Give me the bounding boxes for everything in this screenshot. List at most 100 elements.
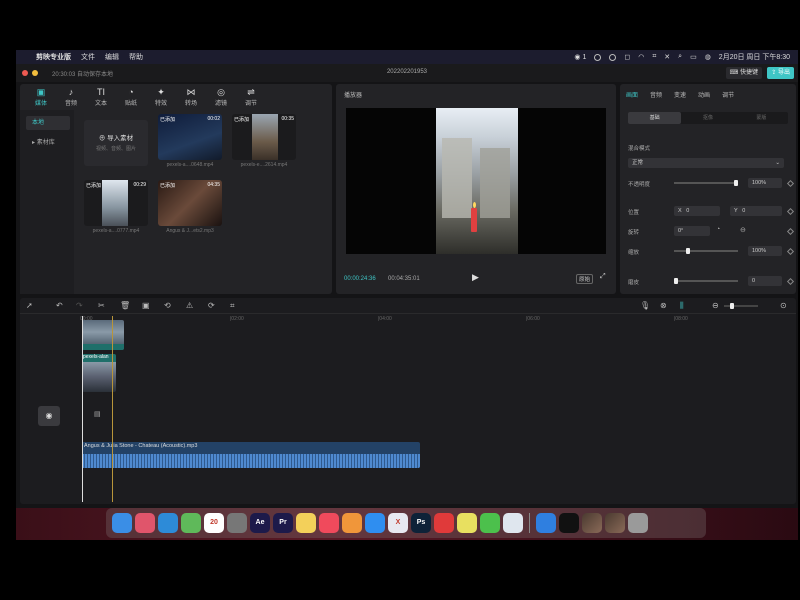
smoothing-slider[interactable]	[674, 278, 738, 284]
smoothing-input[interactable]: 0	[748, 276, 782, 286]
menu-edit[interactable]: 编辑	[105, 52, 119, 62]
search-icon[interactable]: ⌕	[678, 53, 682, 61]
reverse-icon[interactable]: ⟲	[164, 301, 171, 310]
media-tab-2[interactable]: TI 文本	[86, 84, 116, 108]
media-clip-3[interactable]: 已添加 04:35	[158, 180, 222, 226]
property-tab-1[interactable]: 音频	[644, 84, 668, 102]
export-button[interactable]: ⇪ 导出	[767, 67, 794, 79]
scale-input[interactable]: 100%	[748, 246, 782, 256]
settings-icon[interactable]	[227, 513, 247, 533]
status-icon-5[interactable]: ✕	[664, 53, 670, 61]
menubar-datetime[interactable]: 2月20日 周日 下午8:30	[719, 52, 790, 62]
capcut-icon[interactable]	[559, 513, 579, 533]
zoom-slider[interactable]	[724, 303, 758, 309]
media-clip-2[interactable]: 已添加 00:29	[84, 180, 148, 226]
media-tab-0[interactable]: ▣ 媒体	[26, 84, 56, 108]
flip-icon[interactable]: ⊖	[740, 226, 746, 234]
opacity-slider-knob[interactable]	[734, 180, 738, 186]
app-store-icon[interactable]	[365, 513, 385, 533]
zoom-out-icon[interactable]: ⊖	[712, 301, 719, 310]
control-center-icon[interactable]: ▭	[690, 53, 697, 61]
pages-icon[interactable]	[342, 513, 362, 533]
maps-icon[interactable]	[181, 513, 201, 533]
property-tab-3[interactable]: 动画	[692, 84, 716, 102]
video-clip-main[interactable]: pexels-alan	[82, 354, 116, 392]
wechat-icon[interactable]	[480, 513, 500, 533]
capcut-blue-icon[interactable]	[536, 513, 556, 533]
delete-icon[interactable]: 🗑	[120, 301, 130, 310]
zoom-slider-knob[interactable]	[730, 303, 734, 309]
trash-icon[interactable]	[628, 513, 648, 533]
media-tab-4[interactable]: ✦ 特效	[146, 84, 176, 108]
safari-icon[interactable]	[158, 513, 178, 533]
snap-icon[interactable]: ⫼	[680, 301, 684, 311]
scale-keyframe-icon[interactable]	[786, 247, 795, 256]
netease-icon[interactable]	[434, 513, 454, 533]
mirror-icon[interactable]: ⚠	[186, 301, 193, 310]
link-icon[interactable]: ⊗	[660, 301, 667, 310]
notes-icon[interactable]	[296, 513, 316, 533]
playhead[interactable]	[82, 316, 83, 502]
menu-app-name[interactable]: 剪映专业版	[36, 52, 71, 62]
rotate-input[interactable]: 0°	[674, 226, 710, 236]
media-tab-3[interactable]: ◔ 贴纸	[116, 84, 146, 108]
fullscreen-icon[interactable]: ⤢	[600, 273, 606, 281]
property-subtab-0[interactable]: 基础	[628, 112, 682, 124]
photoshop-icon[interactable]: Ps	[411, 513, 431, 533]
import-media-button[interactable]: ⊕ 导入素材 视频、音频、图片	[84, 120, 148, 166]
status-icon-3[interactable]: ◻	[624, 53, 630, 61]
position-x-input[interactable]: X 0	[674, 206, 720, 216]
status-icon-4[interactable]: ⌗	[652, 53, 656, 61]
smoothing-slider-knob[interactable]	[674, 278, 678, 284]
position-keyframe-icon[interactable]	[786, 207, 795, 216]
opacity-input[interactable]: 100%	[748, 178, 782, 188]
play-icon[interactable]: ▶	[472, 272, 479, 283]
ratio-button[interactable]: 原始	[576, 274, 594, 284]
scale-slider-knob[interactable]	[686, 248, 690, 254]
media-tab-5[interactable]: ⋈ 转场	[176, 84, 206, 108]
siri-icon[interactable]: ◍	[705, 53, 711, 61]
dock-window-thumb-1[interactable]	[582, 513, 602, 533]
redo-icon[interactable]: ↷	[76, 301, 83, 310]
undo-icon[interactable]: ↶	[56, 301, 63, 310]
media-clip-1[interactable]: 已添加 00:35	[232, 114, 296, 160]
finder-icon[interactable]	[112, 513, 132, 533]
property-tab-2[interactable]: 变速	[668, 84, 692, 102]
music-icon[interactable]	[319, 513, 339, 533]
media-tab-1[interactable]: ♪ 音频	[56, 84, 86, 108]
cover-button[interactable]: ◉	[38, 406, 60, 426]
opacity-slider[interactable]	[674, 180, 738, 186]
rotate-reset-icon[interactable]: ◔	[716, 226, 720, 233]
property-tab-4[interactable]: 调节	[716, 84, 740, 102]
player-viewport[interactable]	[346, 108, 606, 254]
opacity-keyframe-icon[interactable]	[786, 179, 795, 188]
fit-timeline-icon[interactable]: ⊙	[780, 301, 787, 310]
status-icon-2[interactable]	[609, 53, 617, 61]
premiere-icon[interactable]: Pr	[273, 513, 293, 533]
audio-clip[interactable]: Angus & Julia Stone - Chateau (Acoustic)…	[82, 442, 420, 468]
smoothing-keyframe-icon[interactable]	[786, 277, 795, 286]
sidebar-item-local[interactable]: 本地	[26, 116, 70, 130]
menu-file[interactable]: 文件	[81, 52, 95, 62]
status-icon-1[interactable]	[594, 53, 602, 61]
qq-icon[interactable]	[457, 513, 477, 533]
rotate-icon[interactable]: ⟳	[208, 301, 215, 310]
video-clip-top[interactable]	[82, 320, 124, 350]
property-tab-0[interactable]: 画面	[620, 84, 644, 102]
after-effects-icon[interactable]: Ae	[250, 513, 270, 533]
shortcut-button[interactable]: ⌨ 快捷键	[725, 67, 762, 79]
calendar-icon[interactable]: 20	[204, 513, 224, 533]
position-y-input[interactable]: Y 0	[730, 206, 782, 216]
select-tool-icon[interactable]: ➚	[26, 301, 33, 310]
property-subtab-2[interactable]: 蒙版	[735, 112, 788, 124]
microphone-icon[interactable]: 🎙	[640, 301, 650, 310]
launchpad-icon[interactable]	[135, 513, 155, 533]
menu-help[interactable]: 帮助	[129, 52, 143, 62]
preview-icon[interactable]	[503, 513, 523, 533]
crop-icon[interactable]: ⌗	[230, 301, 235, 311]
scale-slider[interactable]	[674, 248, 738, 254]
property-subtab-1[interactable]: 抠像	[681, 112, 734, 124]
wechat-status-icon[interactable]: ◉	[574, 53, 580, 61]
split-icon[interactable]: ✂	[98, 301, 105, 310]
media-clip-0[interactable]: 已添加 00:02	[158, 114, 222, 160]
